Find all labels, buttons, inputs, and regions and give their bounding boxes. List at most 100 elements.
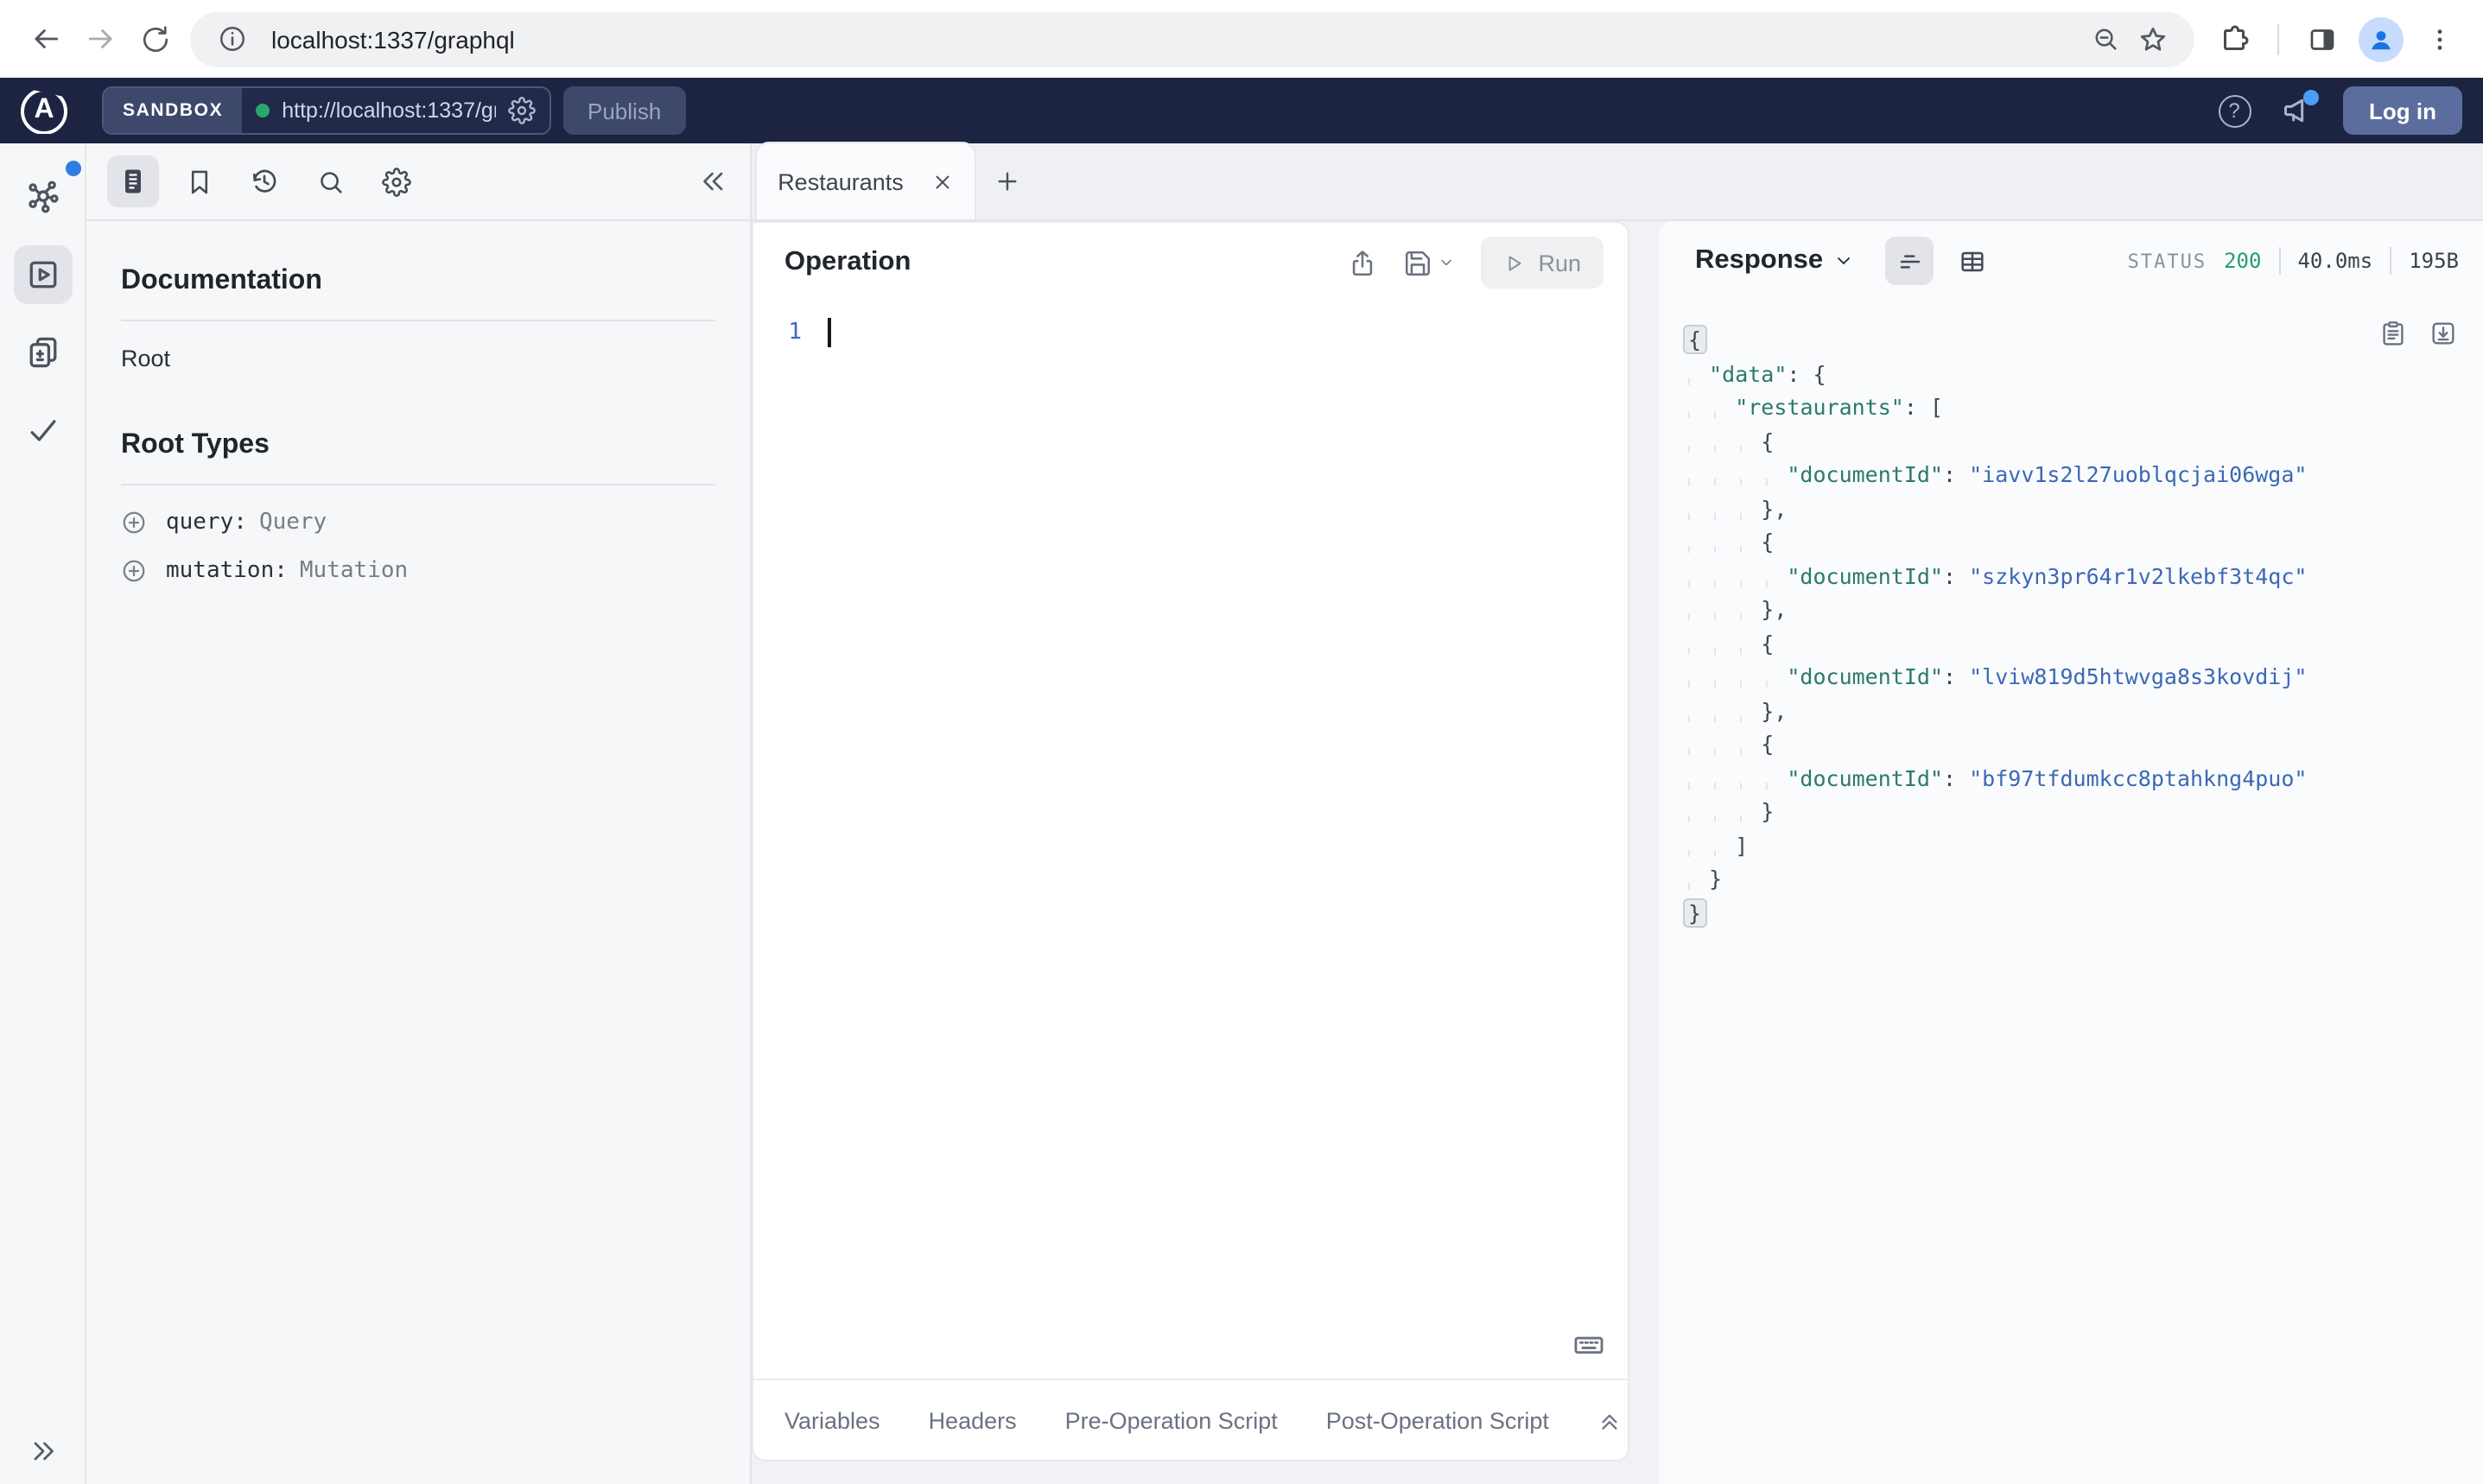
collapse-left-icon[interactable]	[698, 166, 729, 197]
share-icon[interactable]	[1348, 248, 1377, 277]
fold-handle[interactable]: }	[1683, 897, 1707, 927]
response-title-group[interactable]: Response	[1695, 245, 1854, 276]
dock-tab[interactable]: Post-Operation Script	[1326, 1407, 1549, 1433]
operation-editor[interactable]: 1	[753, 302, 1628, 1379]
response-body: {"data": {"restaurants": [{"documentId":…	[1659, 301, 2483, 1484]
response-code-line: "documentId": "iavv1s2l27uoblqcjai06wga"	[1688, 461, 2308, 487]
response-code-line: },	[1688, 596, 1788, 622]
divider	[121, 484, 715, 485]
new-tab-icon[interactable]	[976, 142, 1038, 219]
operation-dock: Variables Headers Pre-Operation Script Post…	[753, 1379, 1628, 1460]
response-view-toggles	[1885, 237, 1996, 285]
docs-icon[interactable]	[107, 155, 159, 207]
response-code-line: },	[1688, 495, 1788, 521]
line-number: 1	[788, 320, 802, 346]
docs-toolbar	[86, 143, 750, 221]
login-button[interactable]: Log in	[2343, 86, 2462, 135]
side-panel-icon[interactable]	[2296, 13, 2348, 65]
checks-icon[interactable]	[13, 401, 72, 460]
extensions-icon[interactable]	[2208, 13, 2260, 65]
schema-graph-icon[interactable]	[13, 168, 72, 226]
announcements-icon[interactable]	[2274, 88, 2319, 133]
endpoint-input[interactable]: http://localhost:1337/gra...	[242, 88, 549, 133]
help-icon[interactable]: ?	[2212, 88, 2257, 133]
site-info-icon[interactable]	[207, 15, 256, 63]
publish-button[interactable]: Publish	[563, 86, 686, 135]
response-code-line: }	[1688, 798, 1775, 824]
tab-label: Restaurants	[778, 168, 904, 194]
apollo-logo[interactable]: A	[21, 87, 67, 134]
dock-tab[interactable]: Variables	[784, 1407, 880, 1433]
root-type-type[interactable]: Mutation	[300, 558, 408, 584]
plus-circle-icon[interactable]	[121, 558, 147, 584]
history-icon[interactable]	[238, 155, 290, 207]
announcement-notification-dot	[2303, 90, 2319, 105]
docs-settings-gear-icon[interactable]	[370, 155, 422, 207]
forward-icon	[73, 11, 128, 67]
divider	[2278, 247, 2281, 275]
response-actions	[2379, 320, 2457, 347]
copy-icon[interactable]	[2379, 320, 2407, 347]
main-area: Documentation Root Root Types query: Quer…	[0, 142, 2483, 1484]
rail-notification-dot	[66, 161, 81, 176]
docs-body: Documentation Root Root Types query: Quer…	[86, 221, 750, 606]
tab-restaurants[interactable]: Restaurants	[755, 142, 976, 219]
fold-handle[interactable]: {	[1683, 325, 1707, 354]
root-type-field: query:	[166, 510, 247, 536]
root-types-list: query: Query mutation: Mutation	[121, 510, 715, 584]
browser-menu-icon[interactable]	[2414, 13, 2466, 65]
status-label: STATUS	[2127, 250, 2207, 272]
table-view-icon[interactable]	[1947, 237, 1996, 285]
divider	[121, 320, 715, 321]
profile-avatar-icon[interactable]	[2359, 16, 2404, 61]
download-icon[interactable]	[2429, 320, 2457, 347]
root-type-row[interactable]: query: Query	[121, 510, 715, 536]
bookmark-star-icon[interactable]	[2129, 15, 2177, 63]
save-icon	[1406, 250, 1431, 276]
status-code: 200	[2224, 249, 2262, 273]
response-code-line: "documentId": "szkyn3pr64r1v2lkebf3t4qc"	[1688, 562, 2308, 588]
dock-tab[interactable]: Headers	[929, 1407, 1017, 1433]
chevron-down-icon	[1441, 259, 1452, 266]
response-code-line: "restaurants": [	[1688, 394, 1944, 420]
raw-view-icon[interactable]	[1885, 237, 1934, 285]
response-meta: STATUS 200 40.0ms 195B	[2128, 247, 2459, 275]
reload-icon[interactable]	[128, 11, 183, 67]
bookmarks-icon[interactable]	[173, 155, 225, 207]
root-type-type[interactable]: Query	[259, 510, 327, 536]
divider	[2277, 23, 2279, 54]
back-icon[interactable]	[17, 11, 73, 67]
save-group[interactable]	[1403, 248, 1455, 277]
response-code-line: }	[1688, 866, 1723, 891]
operation-actions: Run	[1348, 237, 1603, 289]
plus-circle-icon[interactable]	[121, 510, 147, 536]
address-bar[interactable]: localhost:1337/graphql	[190, 11, 2194, 67]
changes-icon[interactable]	[13, 323, 72, 382]
dock-tab[interactable]: Pre-Operation Script	[1065, 1407, 1278, 1433]
tab-strip: Restaurants	[752, 142, 2483, 221]
response-code-line: "documentId": "bf97tfdumkcc8ptahkng4puo"	[1688, 764, 2308, 790]
browser-chrome: localhost:1337/graphql	[0, 0, 2483, 78]
chevron-down-icon	[1838, 257, 1851, 264]
operation-title: Operation	[784, 247, 911, 276]
keyboard-icon[interactable]	[1572, 1329, 1605, 1361]
zoom-out-icon[interactable]	[2080, 15, 2129, 63]
endpoint-control[interactable]: SANDBOX http://localhost:1337/gra...	[102, 86, 551, 135]
docs-root-link[interactable]: Root	[121, 346, 715, 371]
settings-gear-icon[interactable]	[508, 97, 536, 124]
close-icon[interactable]	[931, 170, 954, 193]
response-json[interactable]: {"data": {"restaurants": [{"documentId":…	[1683, 323, 2462, 929]
explorer-icon[interactable]	[13, 245, 72, 304]
search-icon[interactable]	[304, 155, 356, 207]
operation-header: Operation Run	[753, 223, 1628, 302]
collapse-up-icon[interactable]	[1597, 1407, 1623, 1433]
endpoint-url[interactable]: http://localhost:1337/gra...	[282, 98, 496, 123]
url-text[interactable]: localhost:1337/graphql	[271, 25, 2080, 53]
text-cursor	[828, 318, 830, 347]
response-size: 195B	[2409, 249, 2459, 273]
browser-controls	[2208, 13, 2466, 65]
expand-right-icon[interactable]	[0, 1436, 85, 1467]
root-type-row[interactable]: mutation: Mutation	[121, 558, 715, 584]
run-button[interactable]: Run	[1481, 237, 1603, 289]
response-code-line: },	[1688, 697, 1788, 723]
